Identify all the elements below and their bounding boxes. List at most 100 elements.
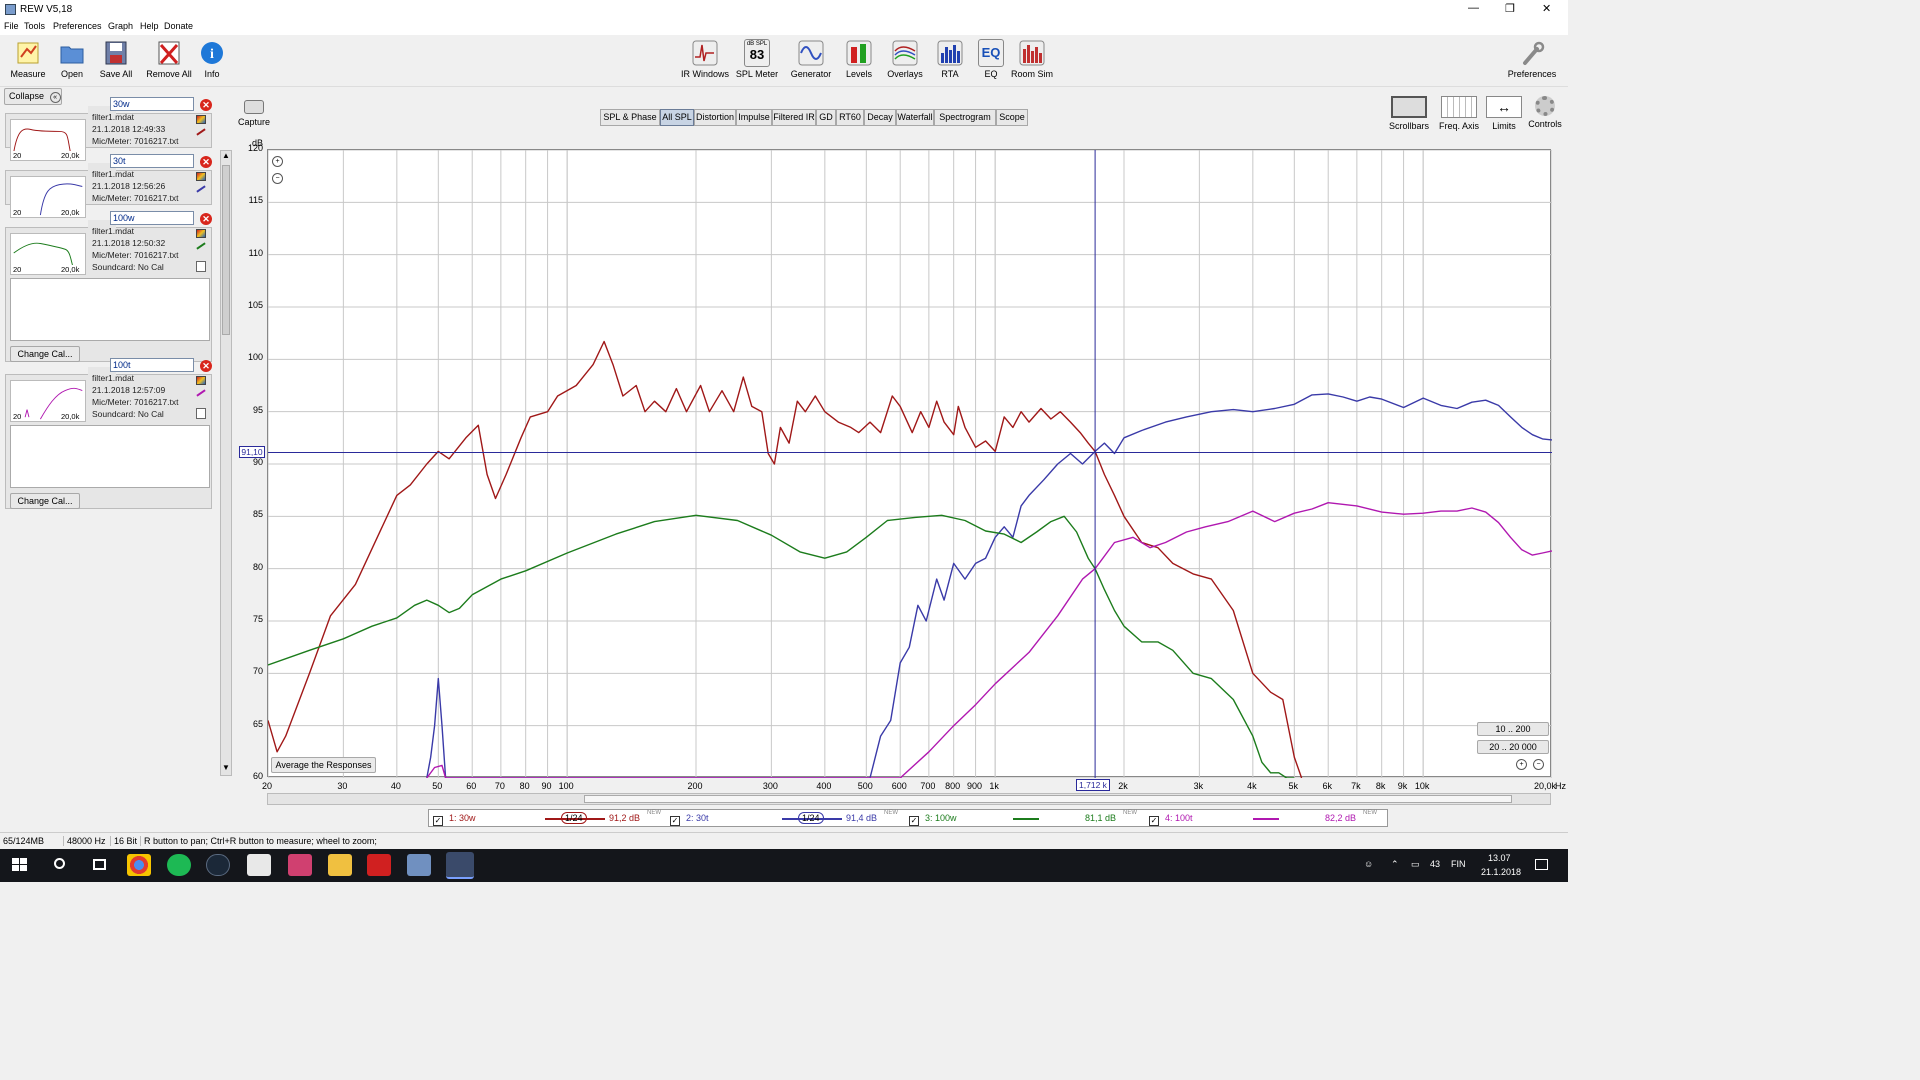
color-picker-icon[interactable] [196,172,206,181]
spl-meter-button[interactable]: dB SPL 83 SPL Meter [729,39,785,79]
change-cal-button[interactable]: Change Cal... [10,346,80,362]
range-20-20000-button[interactable]: 20 .. 20 000 [1477,740,1549,754]
mail-icon[interactable] [247,854,271,876]
network-icon[interactable]: ▭ [1411,859,1420,870]
zoom-in-icon[interactable]: + [272,156,283,167]
legend-checkbox[interactable]: ✓ [909,813,922,826]
legend-smoothing[interactable]: 1/24 [561,812,587,824]
soundcard-cal-icon[interactable] [196,408,206,419]
collapse-button[interactable]: Collapse « [4,88,62,105]
legend-checkbox[interactable]: ✓ [433,813,446,826]
tab-all-spl[interactable]: All SPL [660,109,694,126]
people-icon[interactable]: ☺ [1364,859,1373,869]
app-icon-blue[interactable] [407,854,431,876]
controls-button[interactable]: Controls [1520,96,1570,129]
measurement-1[interactable]: 1 20 20,0k 30w ✕ filter1.mdat 21.1.2018 … [5,97,212,161]
color-picker-icon[interactable] [196,376,206,385]
average-responses-button[interactable]: Average the Responses [271,757,376,773]
tab-waterfall[interactable]: Waterfall [896,109,934,126]
spotify-icon[interactable] [167,854,191,876]
tab-spl-phase[interactable]: SPL & Phase [600,109,660,126]
notes-area[interactable] [10,278,210,341]
menu-help[interactable]: Help [140,21,159,31]
delete-measurement-icon[interactable]: ✕ [200,360,212,372]
scrollbar-thumb[interactable] [222,165,230,335]
menu-file[interactable]: File [4,21,19,31]
tab-impulse[interactable]: Impulse [736,109,772,126]
delete-measurement-icon[interactable]: ✕ [200,99,212,111]
save-all-button[interactable]: Save All [88,39,144,79]
notification-icon[interactable] [1535,859,1548,870]
freq-axis-button[interactable]: Freq. Axis [1434,96,1484,131]
menu-donate[interactable]: Donate [164,21,193,31]
preferences-button[interactable]: Preferences [1504,39,1560,79]
range-10-200-button[interactable]: 10 .. 200 [1477,722,1549,736]
steam-icon[interactable] [206,854,230,876]
notes-area[interactable] [10,425,210,488]
menu-tools[interactable]: Tools [24,21,45,31]
app-icon-red[interactable] [367,854,391,876]
search-icon[interactable] [49,854,73,876]
spl-graph[interactable]: + − Average the Responses 10 .. 200 20 .… [267,149,1553,779]
scroll-up-icon[interactable]: ▲ [222,151,230,160]
tab-decay[interactable]: Decay [864,109,896,126]
minimize-icon[interactable]: — [1468,2,1479,14]
change-cal-button[interactable]: Change Cal... [10,493,80,509]
x-tick-label: 600 [891,781,907,791]
tray-chevron-icon[interactable]: ⌃ [1391,859,1399,870]
app-icon [5,4,16,15]
scrollbars-button[interactable]: Scrollbars [1384,96,1434,131]
soundcard-cal-icon[interactable] [196,261,206,272]
color-picker-icon[interactable] [196,115,206,124]
tab-rt60[interactable]: RT60 [836,109,864,126]
legend-smoothing[interactable]: 1/24 [798,812,824,824]
capture-button[interactable]: Capture [236,100,272,127]
measurement-name-input[interactable]: 100t [110,358,194,372]
zoom-out-icon[interactable]: − [272,173,283,184]
delete-measurement-icon[interactable]: ✕ [200,213,212,225]
line-style-icon[interactable] [196,389,206,397]
tab-distortion[interactable]: Distortion [694,109,736,126]
spl-chart[interactable] [267,149,1553,779]
chrome-icon[interactable] [127,854,151,876]
measurement-name-input[interactable]: 30t [110,154,194,168]
zoom-x-in-icon[interactable]: + [1516,759,1527,770]
legend-checkbox[interactable]: ✓ [670,813,683,826]
zoom-x-out-icon[interactable]: − [1533,759,1544,770]
tab-filtered-ir[interactable]: Filtered IR [772,109,816,126]
tab-gd[interactable]: GD [816,109,836,126]
info-button[interactable]: i Info [184,39,240,79]
clock-time[interactable]: 13.07 [1488,853,1511,863]
close-icon[interactable]: ✕ [1542,2,1551,15]
file-explorer-icon[interactable] [328,854,352,876]
scroll-down-icon[interactable]: ▼ [222,763,230,772]
ir-windows-button[interactable]: IR Windows [677,39,733,79]
start-icon[interactable] [10,854,30,876]
task-view-icon[interactable] [88,854,112,876]
tab-spectrogram[interactable]: Spectrogram [934,109,996,126]
menu-graph[interactable]: Graph [108,21,133,31]
panel-scrollbar[interactable]: ▲ ▼ [220,150,232,776]
menu-preferences[interactable]: Preferences [53,21,102,31]
line-style-icon[interactable] [196,185,206,193]
legend-tag: NEW [884,810,898,816]
messenger-icon[interactable] [288,854,312,876]
rew-taskbar-icon[interactable] [446,852,474,879]
room-sim-button[interactable]: Room Sim [1004,39,1060,79]
clock-date[interactable]: 21.1.2018 [1481,867,1521,877]
restore-icon[interactable]: ❐ [1505,2,1515,15]
measurement-3[interactable]: 3 20 20,0k 100w ✕ filter1.mdat 21.1.2018… [5,211,212,362]
keyboard-language[interactable]: FIN [1451,859,1466,869]
legend-checkbox[interactable]: ✓ [1149,813,1162,826]
graph-scrollbar[interactable] [267,793,1551,805]
scrollbar-thumb[interactable] [584,795,1512,803]
tab-scope[interactable]: Scope [996,109,1028,126]
color-picker-icon[interactable] [196,229,206,238]
measurement-4[interactable]: 4 20 20,0k 100t ✕ filter1.mdat 21.1.2018… [5,358,212,509]
delete-measurement-icon[interactable]: ✕ [200,156,212,168]
line-style-icon[interactable] [196,128,206,136]
measurement-name-input[interactable]: 30w [110,97,194,111]
measurement-name-input[interactable]: 100w [110,211,194,225]
line-style-icon[interactable] [196,242,206,250]
measurement-2[interactable]: 2 20 20,0k 30t ✕ filter1.mdat 21.1.2018 … [5,154,212,218]
